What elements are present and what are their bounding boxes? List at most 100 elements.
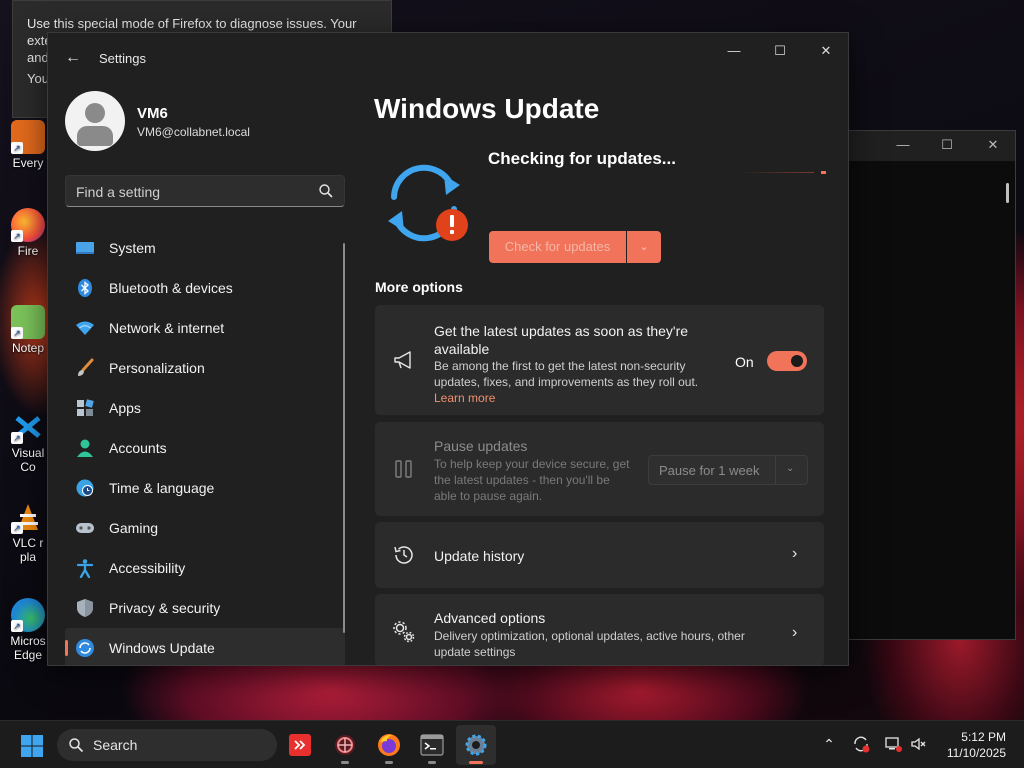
- nav-label: System: [109, 240, 156, 256]
- wifi-icon: [75, 318, 95, 338]
- advanced-options-description: Delivery optimization, optional updates,…: [434, 629, 745, 659]
- search-icon: [69, 738, 84, 753]
- nav-item-system[interactable]: System: [65, 228, 345, 268]
- desktop-icon-firefox[interactable]: ↗ Fire: [6, 208, 50, 258]
- windows-start-icon[interactable]: [20, 734, 44, 758]
- nav-item-privacy[interactable]: Privacy & security: [65, 588, 345, 628]
- find-setting-box[interactable]: [65, 175, 345, 207]
- desktop-icon-vscode[interactable]: ↗ Visual Co: [6, 410, 50, 474]
- nav-item-time-language[interactable]: Time & language: [65, 468, 345, 508]
- desktop-icon-label: Every: [12, 156, 44, 170]
- window-titlebar[interactable]: — ☐ ✕: [849, 131, 1015, 161]
- advanced-options-title: Advanced options: [434, 610, 546, 626]
- taskbar-app-vlc[interactable]: [325, 725, 365, 765]
- pause-updates-title: Pause updates: [434, 438, 528, 454]
- vscode-icon: ↗: [11, 410, 45, 444]
- toggle-state-label: On: [735, 354, 754, 370]
- network-icon[interactable]: [884, 735, 902, 753]
- user-email: VM6@collabnet.local: [137, 125, 250, 139]
- desktop-icon-edge[interactable]: ↗ Micros Edge: [6, 598, 50, 662]
- progress-dot: [821, 171, 826, 174]
- advanced-options-card[interactable]: Advanced options Delivery optimization, …: [375, 594, 824, 665]
- chevron-right-icon: ›: [792, 545, 798, 562]
- search-input[interactable]: [76, 182, 306, 202]
- brush-icon: [75, 358, 95, 378]
- avatar[interactable]: [65, 91, 125, 151]
- search-icon[interactable]: [318, 183, 334, 199]
- nav-label: Time & language: [109, 480, 215, 496]
- accounts-icon: [75, 438, 95, 458]
- check-for-updates-button[interactable]: Check for updates: [489, 231, 626, 263]
- sync-warning-icon: [388, 164, 468, 242]
- gears-icon: [393, 621, 415, 643]
- desktop-icon-label: pla: [19, 550, 36, 564]
- terminal-icon: [420, 734, 444, 756]
- taskbar-app-firefox[interactable]: [369, 725, 409, 765]
- shield-icon: [75, 598, 95, 618]
- running-indicator: [385, 761, 393, 764]
- edge-icon: ↗: [11, 598, 45, 632]
- nav-item-accessibility[interactable]: Accessibility: [65, 548, 345, 588]
- close-button[interactable]: ✕: [808, 41, 844, 61]
- system-clock[interactable]: 5:12 PM 11/10/2025: [934, 729, 1006, 761]
- latest-updates-toggle[interactable]: [767, 351, 807, 371]
- desktop-icon-everything[interactable]: ↗ Every: [6, 120, 50, 170]
- maximize-button[interactable]: ☐: [762, 41, 798, 61]
- megaphone-icon: [394, 351, 411, 369]
- settings-window: ← Settings — ☐ ✕ VM6 VM6@collabnet.local…: [47, 32, 849, 666]
- nav-label: Gaming: [109, 520, 159, 536]
- background-terminal-window[interactable]: — ☐ ✕: [848, 130, 1016, 640]
- taskbar-app-settings[interactable]: [456, 725, 496, 765]
- nav-label: Personalization: [109, 360, 205, 376]
- nav-label: Accounts: [109, 440, 167, 456]
- progress-trail: [738, 172, 814, 173]
- latest-updates-description: Be among the first to get the latest non…: [434, 359, 699, 389]
- history-icon: [394, 546, 413, 564]
- update-sync-icon[interactable]: [852, 735, 870, 753]
- desktop-icon-notepad[interactable]: ↗ Notep: [6, 305, 50, 355]
- gamepad-icon: [75, 518, 95, 538]
- window-titlebar[interactable]: ← Settings — ☐ ✕: [48, 33, 848, 81]
- firefox-icon: [378, 734, 400, 756]
- update-history-card[interactable]: Update history ›: [375, 522, 824, 588]
- scrollbar-thumb[interactable]: [1006, 183, 1009, 203]
- taskbar-search[interactable]: Search: [57, 729, 277, 761]
- nav-scrollbar[interactable]: [343, 243, 345, 633]
- nav-item-network[interactable]: Network & internet: [65, 308, 345, 348]
- pause-duration-select[interactable]: Pause for 1 week ⌄: [648, 455, 808, 485]
- progress-indicator: [738, 171, 826, 174]
- minimize-button[interactable]: —: [716, 41, 752, 61]
- nav-item-gaming[interactable]: Gaming: [65, 508, 345, 548]
- nav-item-windows-update[interactable]: Windows Update: [65, 628, 345, 665]
- desktop-icon-label: Co: [20, 460, 36, 474]
- back-arrow-icon[interactable]: ←: [62, 47, 84, 69]
- nav-item-bluetooth[interactable]: Bluetooth & devices: [65, 268, 345, 308]
- accessibility-icon: [75, 558, 95, 578]
- chevron-up-icon[interactable]: ⌃: [820, 735, 838, 753]
- chevron-down-icon[interactable]: ⌄: [627, 231, 661, 263]
- nav-item-apps[interactable]: Apps: [65, 388, 345, 428]
- clock-time: 5:12 PM: [961, 730, 1006, 744]
- close-button[interactable]: ✕: [981, 137, 1005, 155]
- maximize-button[interactable]: ☐: [935, 137, 959, 155]
- apps-icon: [75, 398, 95, 418]
- desktop-icon-vlc[interactable]: ↗ VLC r pla: [6, 500, 50, 564]
- taskbar-app-terminal[interactable]: [412, 725, 452, 765]
- desktop-icon-label: Fire: [17, 244, 39, 258]
- windows-update-icon: [75, 638, 95, 658]
- firefox-icon: ↗: [11, 208, 45, 242]
- taskbar-app-anydesk[interactable]: [280, 725, 320, 765]
- nav-item-accounts[interactable]: Accounts: [65, 428, 345, 468]
- select-divider: [775, 456, 776, 484]
- page-title: Windows Update: [374, 93, 600, 124]
- update-history-title: Update history: [434, 548, 525, 564]
- running-indicator: [428, 761, 436, 764]
- nav-label: Network & internet: [109, 320, 225, 336]
- nav-item-personalization[interactable]: Personalization: [65, 348, 345, 388]
- volume-muted-icon[interactable]: [910, 735, 928, 753]
- avatar-head: [85, 103, 105, 123]
- learn-more-link[interactable]: Learn more: [434, 391, 495, 405]
- minimize-button[interactable]: —: [891, 137, 915, 155]
- app-title: Settings: [99, 51, 146, 66]
- taskbar-search-label: Search: [93, 737, 138, 753]
